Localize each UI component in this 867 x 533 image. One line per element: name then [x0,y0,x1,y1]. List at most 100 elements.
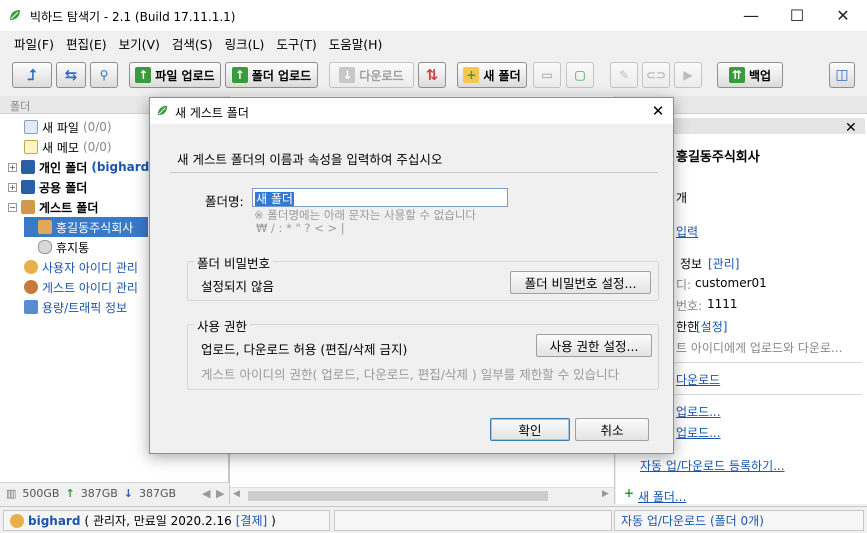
menu-file[interactable]: 파일(F) [8,34,60,53]
menu-link[interactable]: 링크(L) [219,34,271,53]
tree-item-count: (0/0) [82,140,112,154]
download-button[interactable]: ↓ 다운로드 [329,62,414,88]
status-blank [334,510,612,531]
manage-link[interactable]: [관리] [708,255,739,272]
auto-register-link[interactable]: 자동 업/다운로드 등록하기... [640,457,785,474]
memo-icon [24,140,38,154]
leaf-icon [10,10,20,20]
panel-toggle-button[interactable]: ◫ [829,62,855,88]
status-bar: bighard ( 관리자, 만료일 2020.2.16 [결제] ) 자동 업… [0,506,867,533]
shared-computer-icon [21,180,35,194]
leaf-icon [157,105,168,116]
set-password-button[interactable]: 폴더 비밀번호 설정... [510,271,651,294]
tree-item-capacity-traffic[interactable]: 용량/트래픽 정보 [24,297,127,317]
menu-edit[interactable]: 편집(E) [60,34,113,53]
search-icon: ⚲ [99,68,109,82]
permission-settings-link[interactable]: [설정] [696,318,727,335]
upload-icon: ↑ [135,67,152,83]
backup-icon: ⇈ [728,67,745,83]
tree-item-guest-folder[interactable]: − 게스트 폴더 [8,197,98,217]
input-link[interactable]: 입력 [676,223,698,240]
tree-item-label: 새 메모 [42,140,79,155]
set-permission-button[interactable]: 사용 권한 설정... [536,334,652,357]
new-document-button[interactable]: ▢ [566,62,594,88]
folder-name-input[interactable]: 새 폴더 [252,188,508,207]
scrollbar-thumb[interactable] [248,491,548,501]
password-group-title: 폴더 비밀번호 [194,253,273,272]
monitor-button[interactable]: ▭ [533,62,561,88]
scroll-right-icon[interactable]: ▶ [602,489,609,499]
username: bighard [28,513,81,528]
up-down-arrows-icon: ⇅ [425,66,439,84]
download-label: 다운로드 [359,68,404,83]
tree-item-new-files[interactable]: 새 파일 (0/0) [24,117,112,137]
maximize-button[interactable]: ☐ [774,0,820,31]
auto-transfer-status[interactable]: 자동 업/다운로드 (폴더 0개) [614,510,864,531]
panel-layout-icon: ◫ [835,67,849,83]
company-name: 홍길동주식회사 [676,150,760,165]
up-folder-button[interactable]: ⮥ [12,62,52,88]
upload-folder-button[interactable]: ↑ 폴더 업로드 [225,62,318,88]
id-label: 디: [676,278,692,292]
upload-file-button[interactable]: ↑ 파일 업로드 [129,62,221,88]
download-icon: ↓ [339,67,356,83]
play-button[interactable]: ▶ [674,62,702,88]
search-button[interactable]: ⚲ [90,62,118,88]
info-label: 정보 [680,257,703,271]
link-button[interactable]: ⊂⊃ [642,62,670,88]
refresh-button[interactable]: ⇆ [56,62,86,88]
menu-view[interactable]: 보기(V) [113,34,166,53]
password-value: 1111 [707,297,738,311]
tree-item-shared-folder[interactable]: + 공용 폴더 [8,177,87,197]
user-info: ( 관리자, 만료일 2020.2.16 [84,514,232,528]
upload-link-b[interactable]: 업로드... [676,424,721,441]
expand-icon[interactable]: + [8,182,17,192]
new-folder-button[interactable]: + 새 폴더 [457,62,527,88]
computer-icon [21,160,35,174]
tree-item-new-memos[interactable]: 새 메모 (0/0) [24,137,112,157]
user-info-close: ) [271,513,276,528]
dialog-close-icon[interactable]: ✕ [643,98,673,124]
minimize-button[interactable]: — [728,0,774,31]
payment-link[interactable]: [결제] [236,512,267,529]
backup-button[interactable]: ⇈ 백업 [717,62,783,88]
document-add-icon: ▢ [574,68,586,82]
item-count: 개 [676,191,688,205]
menu-bar: 파일(F) 편집(E) 보기(V) 검색(S) 링크(L) 도구(T) 도움말(… [0,31,867,55]
guest-user-icon [38,220,52,234]
menu-tools[interactable]: 도구(T) [270,34,322,53]
collapse-icon[interactable]: − [8,202,17,212]
folder-name-label: 폴더명: [205,194,244,209]
download-link[interactable]: 다운로드 [676,371,720,388]
new-folder-link[interactable]: 새 폴더... [638,488,686,505]
disk-icon: ▥ [6,487,17,500]
scroll-left-icon[interactable]: ◀ [202,487,210,500]
tree-item-count: (0/0) [82,120,112,134]
scroll-left-icon[interactable]: ◀ [233,489,240,499]
tree-item-owner: (bighard [91,160,150,174]
close-button[interactable]: ✕ [820,0,866,31]
play-icon: ▶ [683,68,693,82]
tree-item-user-id-management[interactable]: 사용자 아이디 관리 [24,257,138,277]
horizontal-scrollbar[interactable]: ◀ ▶ [230,487,614,504]
tree-item-trash[interactable]: 휴지통 [38,237,89,257]
title-bar: 빅하드 탐색기 - 2.1 (Build 17.11.1.1) — ☐ ✕ [0,0,867,31]
upload-link-a[interactable]: 업로드... [676,403,721,420]
permission-description: 트 아이디에게 업로드와 다운로... [676,341,843,355]
tree-item-hong-company[interactable]: 홍길동주식회사 [24,217,148,237]
dialog-description: 새 게스트 폴더의 이름과 속성을 입력하여 주십시오 [177,152,443,167]
expand-icon[interactable]: + [8,162,17,172]
edit-button[interactable]: ✎ [610,62,638,88]
password-label: 번호: [676,299,703,313]
info-panel-close-icon[interactable]: ✕ [845,120,857,136]
scroll-right-icon[interactable]: ▶ [216,487,224,500]
upload-folder-label: 폴더 업로드 [251,68,312,83]
cancel-button[interactable]: 취소 [575,418,649,441]
menu-help[interactable]: 도움말(H) [323,34,389,53]
ok-button[interactable]: 확인 [490,418,570,441]
tree-item-guest-id-management[interactable]: 게스트 아이디 관리 [24,277,138,297]
transfer-button[interactable]: ⇅ [418,62,446,88]
tree-item-personal-folder[interactable]: + 개인 폴더 (bighard [8,157,149,177]
tree-item-label: 게스트 아이디 관리 [42,280,138,295]
menu-search[interactable]: 검색(S) [166,34,219,53]
